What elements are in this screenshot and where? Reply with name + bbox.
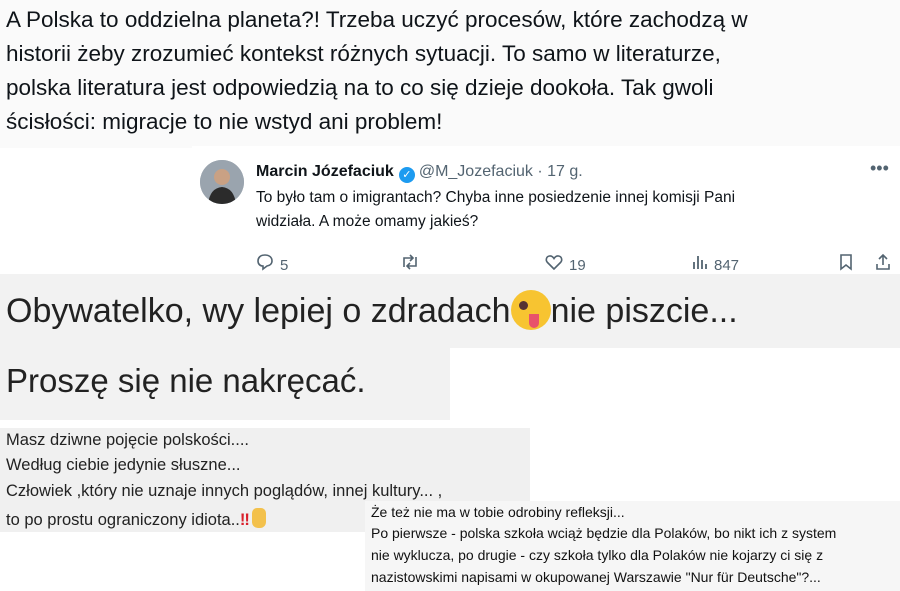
comment-line: nazistowskimi napisami w okupowanej Wars… — [371, 569, 821, 585]
more-options-icon[interactable]: ••• — [870, 158, 889, 179]
winking-tongue-emoji-icon — [510, 290, 551, 330]
quote-comment-2: Proszę się nie nakręcać. — [0, 348, 450, 420]
reply-button[interactable]: 5 — [256, 253, 288, 274]
tweet-separator: · — [537, 163, 543, 180]
comment-2: Że też nie ma w tobie odrobiny refleksji… — [365, 501, 900, 591]
comment-line: Że też nie ma w tobie odrobiny refleksji… — [371, 504, 625, 520]
avatar[interactable] — [200, 160, 244, 204]
comment-line-text: to po prostu ograniczony idiota.. — [6, 511, 240, 529]
heart-icon — [545, 255, 563, 271]
tweet-body: To było tam o imigrantach? Chyba inne po… — [256, 186, 856, 234]
quote-text: Proszę się nie nakręcać. — [6, 362, 366, 399]
verified-badge-icon: ✓ — [398, 167, 415, 183]
tweet-author-handle[interactable]: @M_Jozefaciuk — [419, 163, 533, 180]
views-chart-icon — [693, 256, 707, 269]
quote-text-before-emoji: Obywatelko, wy lepiej o zdradach — [6, 292, 511, 330]
share-button[interactable] — [874, 253, 898, 274]
pointing-finger-emoji-icon — [251, 508, 266, 528]
top-text-line: polska literatura jest odpowiedzią na to… — [6, 75, 714, 100]
avatar-image — [200, 160, 244, 204]
tweet-header: Marcin Józefaciuk ✓ @M_Jozefaciuk · 17 g. — [256, 163, 583, 183]
retweet-button[interactable] — [400, 253, 426, 274]
comment-line: Według ciebie jedynie słuszne... — [6, 456, 241, 474]
tweet-body-line: widziała. A może omamy jakieś? — [256, 213, 479, 230]
share-icon — [876, 253, 890, 270]
comment-line: Po pierwsze - polska szkoła wciąż będzie… — [371, 525, 837, 541]
top-text-line: ścisłości: migracje to nie wstyd ani pro… — [6, 109, 443, 134]
quote-text: Obywatelko, wy lepiej o zdradach nie pisz… — [6, 290, 738, 331]
top-post-text: A Polska to oddzielna planeta?! Trzeba u… — [0, 0, 900, 148]
top-text-line: A Polska to oddzielna planeta?! Trzeba u… — [6, 7, 748, 32]
comment-line: Masz dziwne pojęcie polskości.... — [6, 431, 250, 449]
comment-line-last: to po prostu ograniczony idiota..‼ — [6, 508, 266, 530]
top-text-line: historii żeby zrozumieć kontekst różnych… — [6, 41, 721, 66]
tweet-timestamp[interactable]: 17 g. — [547, 163, 583, 180]
tweet-author-name[interactable]: Marcin Józefaciuk — [256, 163, 394, 180]
bookmark-icon — [840, 254, 852, 271]
comment-line: nie wyklucza, po drugie - czy szkoła tyl… — [371, 547, 824, 563]
double-exclamation-icon: ‼ — [239, 511, 250, 529]
bookmark-button[interactable] — [838, 253, 860, 274]
views-button[interactable]: 847 — [692, 253, 739, 274]
comment-line: Człowiek ,który nie uznaje innych pogląd… — [6, 482, 443, 500]
quote-text-after-emoji: nie piszcie... — [550, 292, 738, 330]
like-button[interactable]: 19 — [545, 253, 586, 274]
quote-comment-1: Obywatelko, wy lepiej o zdradach nie pisz… — [0, 274, 900, 348]
reply-icon — [257, 254, 273, 271]
retweet-icon — [403, 254, 417, 270]
reply-count: 5 — [280, 257, 289, 274]
tweet-body-line: To było tam o imigrantach? Chyba inne po… — [256, 189, 736, 206]
views-count: 847 — [714, 257, 740, 274]
like-count: 19 — [569, 257, 586, 274]
